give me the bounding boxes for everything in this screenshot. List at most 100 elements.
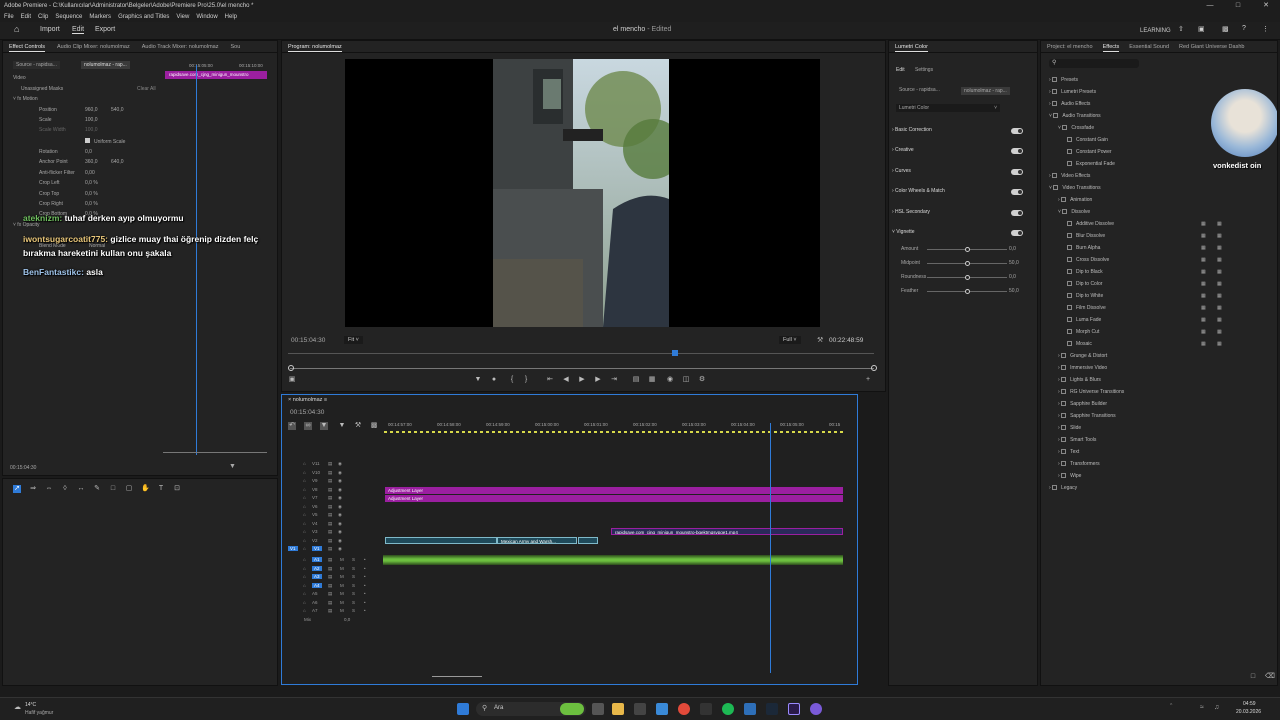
add-marker-icon[interactable]: ▼ (474, 376, 482, 384)
terminal-icon[interactable] (700, 703, 712, 715)
effect-folder[interactable]: ˅ Dissolve (1058, 209, 1090, 215)
lock-icon[interactable]: ⌂ (303, 529, 306, 534)
video-track-label[interactable]: V4 (312, 521, 318, 526)
eye-icon[interactable]: ◉ (338, 546, 342, 552)
taskbar-search[interactable]: ⚲ Ara (476, 702, 586, 716)
audio-track-label[interactable]: A3 (312, 574, 322, 579)
section-toggle[interactable] (1011, 148, 1023, 154)
effect-item[interactable]: Film Dissolve (1067, 305, 1106, 311)
menu-sequence[interactable]: Sequence (55, 12, 82, 22)
effect-folder[interactable]: › Wipe (1058, 473, 1081, 479)
adjustment-layer-clip-2[interactable]: Adjustment Layer (385, 495, 843, 502)
scale-value[interactable]: 100,0 (85, 117, 98, 123)
audio-track-label[interactable]: A4 (312, 582, 322, 588)
effect-item[interactable]: Dip to Black (1067, 269, 1103, 275)
rotation-value[interactable]: 0,0 (85, 149, 92, 155)
uniform-scale-checkbox[interactable]: Uniform Scale (85, 138, 125, 145)
lock-icon[interactable]: ⌂ (303, 512, 306, 517)
lumetri-section[interactable]: › Basic Correction (892, 127, 932, 133)
effect-folder[interactable]: › Sapphire Builder (1058, 401, 1107, 407)
effect-item[interactable]: Dip to White (1067, 293, 1103, 299)
step-forward-icon[interactable]: ▶ (594, 376, 602, 384)
eye-icon[interactable]: ◉ (338, 487, 342, 493)
mute-icon[interactable]: M (340, 600, 344, 605)
settings-icon[interactable]: ⋮ (1262, 25, 1269, 33)
ec-playhead[interactable] (196, 65, 197, 455)
eye-icon[interactable]: ◉ (338, 461, 342, 467)
lumetri-effect-select[interactable]: Lumetri Color ˅ (896, 104, 1000, 112)
menu-window[interactable]: Window (196, 12, 217, 22)
menu-view[interactable]: View (176, 12, 189, 22)
effect-folder[interactable]: › Animation (1058, 197, 1092, 203)
sync-icon[interactable]: ▤ (328, 495, 332, 501)
section-toggle[interactable] (1011, 169, 1023, 175)
video-track-label[interactable]: V7 (312, 495, 318, 500)
lock-icon[interactable]: ⌂ (303, 608, 306, 613)
file-explorer-icon[interactable] (612, 703, 624, 715)
menu-graphics[interactable]: Graphics and Titles (118, 12, 169, 22)
hand-icon[interactable]: ✋ (141, 485, 150, 493)
solo-icon[interactable]: S (352, 600, 355, 605)
play-icon[interactable]: ▶ (578, 376, 586, 384)
sync-icon[interactable]: ▤ (328, 566, 332, 572)
lock-icon[interactable]: ⌂ (303, 583, 306, 588)
tray-chevron-icon[interactable]: ˆ (1170, 704, 1172, 711)
section-toggle[interactable] (1011, 230, 1023, 236)
premiere-icon[interactable] (788, 703, 800, 715)
video-track-label[interactable]: V11 (312, 461, 320, 466)
section-toggle[interactable] (1011, 128, 1023, 134)
lumetri-sequence[interactable]: nolumolmaz - rap... (961, 87, 1010, 95)
source-selector[interactable]: Source - rapidsa... (13, 61, 60, 69)
sync-icon[interactable]: ▤ (328, 487, 332, 493)
lock-icon[interactable]: ⌂ (303, 546, 306, 551)
adjustment-layer-clip-1[interactable]: Adjustment Layer (385, 487, 843, 494)
eye-icon[interactable]: ◉ (338, 529, 342, 535)
tab-audio-track-mixer[interactable]: Audio Track Mixer: nolumolmaz (142, 41, 219, 52)
lumetri-section[interactable]: › HSL Secondary (892, 209, 930, 215)
mark-out-icon[interactable]: } (522, 376, 530, 384)
lock-icon[interactable]: ⌂ (303, 470, 306, 475)
effect-folder[interactable]: › Slide (1058, 425, 1081, 431)
menu-file[interactable]: File (4, 12, 14, 22)
anti-flicker-value[interactable]: 0,00 (85, 170, 95, 176)
video-track-label[interactable]: V10 (312, 470, 320, 475)
mic-icon[interactable]: • (364, 583, 366, 588)
lock-icon[interactable]: ⌂ (303, 521, 306, 526)
go-to-in-icon[interactable]: ⇤ (546, 376, 554, 384)
audio-track-label[interactable]: A2 (312, 565, 322, 571)
safe-margins-icon[interactable]: ▣ (288, 376, 296, 384)
video-track-label[interactable]: V6 (312, 504, 318, 509)
solo-icon[interactable]: S (352, 608, 355, 613)
effect-folder[interactable]: › Legacy (1049, 485, 1077, 491)
linked-selection-icon[interactable]: ∞ (304, 422, 312, 430)
rapidsave-clip[interactable]: rapidsave.com_cjng_minigun_mounstro-bgek… (611, 528, 843, 535)
effect-folder[interactable]: › Text (1058, 449, 1079, 455)
button-editor-icon[interactable]: + (864, 376, 872, 384)
weather-desc[interactable]: Hafif yağmur (25, 710, 53, 716)
program-playhead[interactable] (672, 350, 678, 356)
mic-icon[interactable]: • (364, 557, 366, 562)
export-frame-icon[interactable]: ◉ (666, 376, 674, 384)
position-x-value[interactable]: 960,0 (85, 107, 98, 113)
wrench-icon[interactable]: ⚒ (817, 336, 823, 344)
sync-icon[interactable]: ▤ (328, 538, 332, 544)
tab-program[interactable]: Program: nolumolmaz (288, 41, 342, 52)
workspace-edit[interactable]: Edit (72, 26, 85, 34)
vignette-param-value[interactable]: 0,0 (1009, 274, 1016, 280)
mute-icon[interactable]: M (340, 557, 344, 562)
ec-zoom-bar[interactable] (163, 452, 267, 453)
effect-folder[interactable]: › Video Effects (1049, 173, 1090, 179)
clock-time[interactable]: 04:59 (1243, 701, 1256, 707)
ripple-edit-icon[interactable]: ⇔ (45, 485, 53, 493)
effect-item[interactable]: Additive Dissolve (1067, 221, 1114, 227)
steam-icon[interactable] (766, 703, 778, 715)
effect-folder[interactable]: › Smart Tools (1058, 437, 1096, 443)
effect-folder[interactable]: › Lumetri Presets (1049, 89, 1096, 95)
audio-track-label[interactable]: A5 (312, 591, 318, 596)
tab-project[interactable]: Project: el mencho (1047, 41, 1093, 52)
solo-icon[interactable]: S (352, 574, 355, 579)
type-icon[interactable]: T (157, 485, 165, 493)
task-view-icon[interactable] (592, 703, 604, 715)
video-track-label[interactable]: V1 (312, 546, 322, 551)
effect-folder[interactable]: › Audio Effects (1049, 101, 1090, 107)
